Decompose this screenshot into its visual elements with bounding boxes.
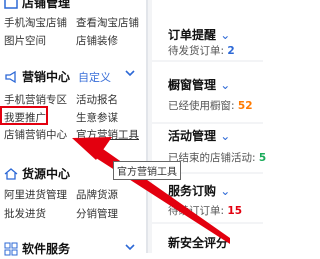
- tooltip: 官方营销工具: [113, 161, 181, 180]
- annotation-arrow: [72, 137, 230, 253]
